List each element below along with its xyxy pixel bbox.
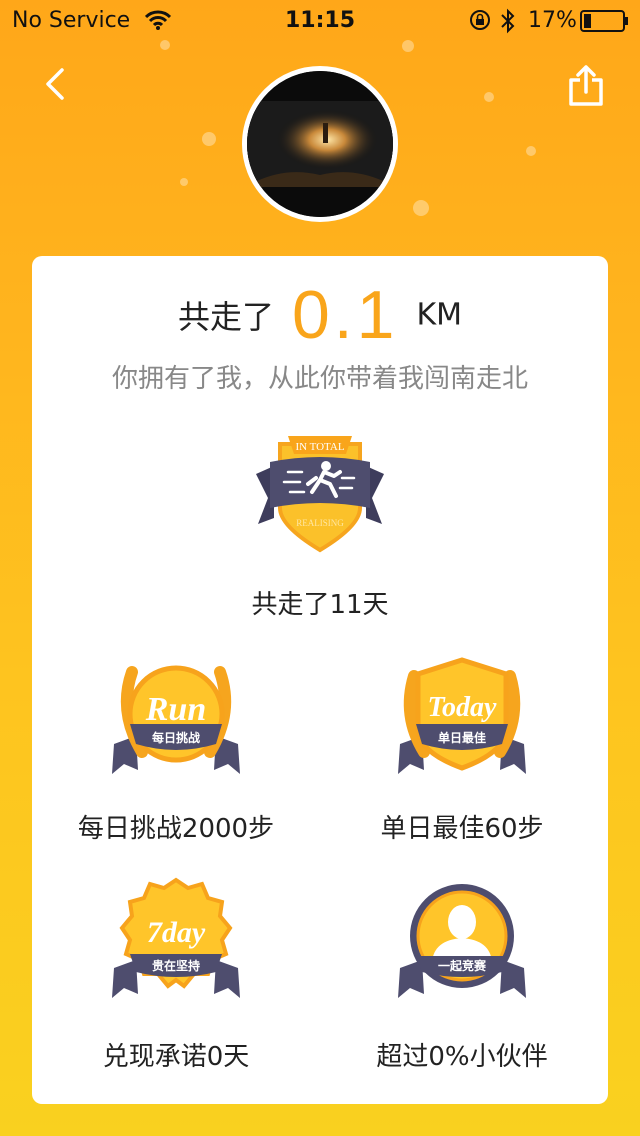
daily-challenge-title: Run bbox=[145, 691, 207, 728]
compete-badge[interactable]: 一起竞赛 bbox=[394, 876, 530, 1006]
decor-dot bbox=[402, 40, 414, 52]
promise-subtitle: 贵在坚持 bbox=[152, 958, 200, 973]
status-bar: No Service 11:15 17% bbox=[0, 0, 640, 40]
total-prefix: 共走了 bbox=[177, 298, 274, 336]
daily-best-label: 单日最佳60步 bbox=[380, 814, 544, 844]
battery-percent: 17% bbox=[528, 8, 577, 33]
daily-challenge-label: 每日挑战2000步 bbox=[77, 814, 275, 844]
decor-dot bbox=[526, 146, 536, 156]
daily-best-title: Today bbox=[428, 692, 498, 723]
share-button[interactable] bbox=[566, 64, 606, 106]
daily-best-badge[interactable]: Today 单日最佳 bbox=[394, 652, 530, 782]
total-ribbon-text: IN TOTAL bbox=[295, 441, 344, 453]
summary-subtitle: 你拥有了我，从此你带着我闯南走北 bbox=[111, 364, 528, 394]
decor-dot bbox=[160, 40, 170, 50]
avatar-image bbox=[247, 71, 393, 217]
achievement-card: 共走了 0.1 KM 你拥有了我，从此你带着我闯南走北 IN TOTAL REALI… bbox=[32, 256, 608, 1104]
decor-dot bbox=[484, 92, 494, 102]
daily-challenge-badge[interactable]: Run 每日挑战 bbox=[108, 652, 244, 782]
promise-badge[interactable]: 7day 贵在坚持 bbox=[108, 876, 244, 1006]
compete-label: 超过0%小伙伴 bbox=[376, 1042, 548, 1072]
daily-best-subtitle: 单日最佳 bbox=[438, 730, 486, 745]
total-distance-unit: KM bbox=[416, 297, 463, 333]
rotation-lock-icon bbox=[470, 10, 490, 30]
decor-dot bbox=[413, 200, 429, 216]
promise-label: 兑现承诺0天 bbox=[102, 1042, 250, 1072]
compete-subtitle: 一起竞赛 bbox=[438, 958, 487, 973]
promise-title: 7day bbox=[147, 916, 206, 949]
total-days-badge[interactable]: IN TOTAL REALISING bbox=[254, 426, 386, 556]
daily-challenge-subtitle: 每日挑战 bbox=[152, 730, 200, 745]
decor-dot bbox=[202, 132, 216, 146]
battery-icon bbox=[580, 10, 628, 32]
decor-dot bbox=[180, 178, 188, 186]
bluetooth-icon bbox=[501, 8, 515, 34]
total-distance-value: 0.1 bbox=[291, 277, 399, 353]
total-distance: 共走了 0.1 KM bbox=[32, 276, 608, 354]
back-button[interactable] bbox=[38, 66, 74, 102]
avatar[interactable] bbox=[242, 66, 398, 222]
total-days-label: 共走了11天 bbox=[251, 590, 389, 620]
total-bottom-text: REALISING bbox=[296, 518, 344, 528]
